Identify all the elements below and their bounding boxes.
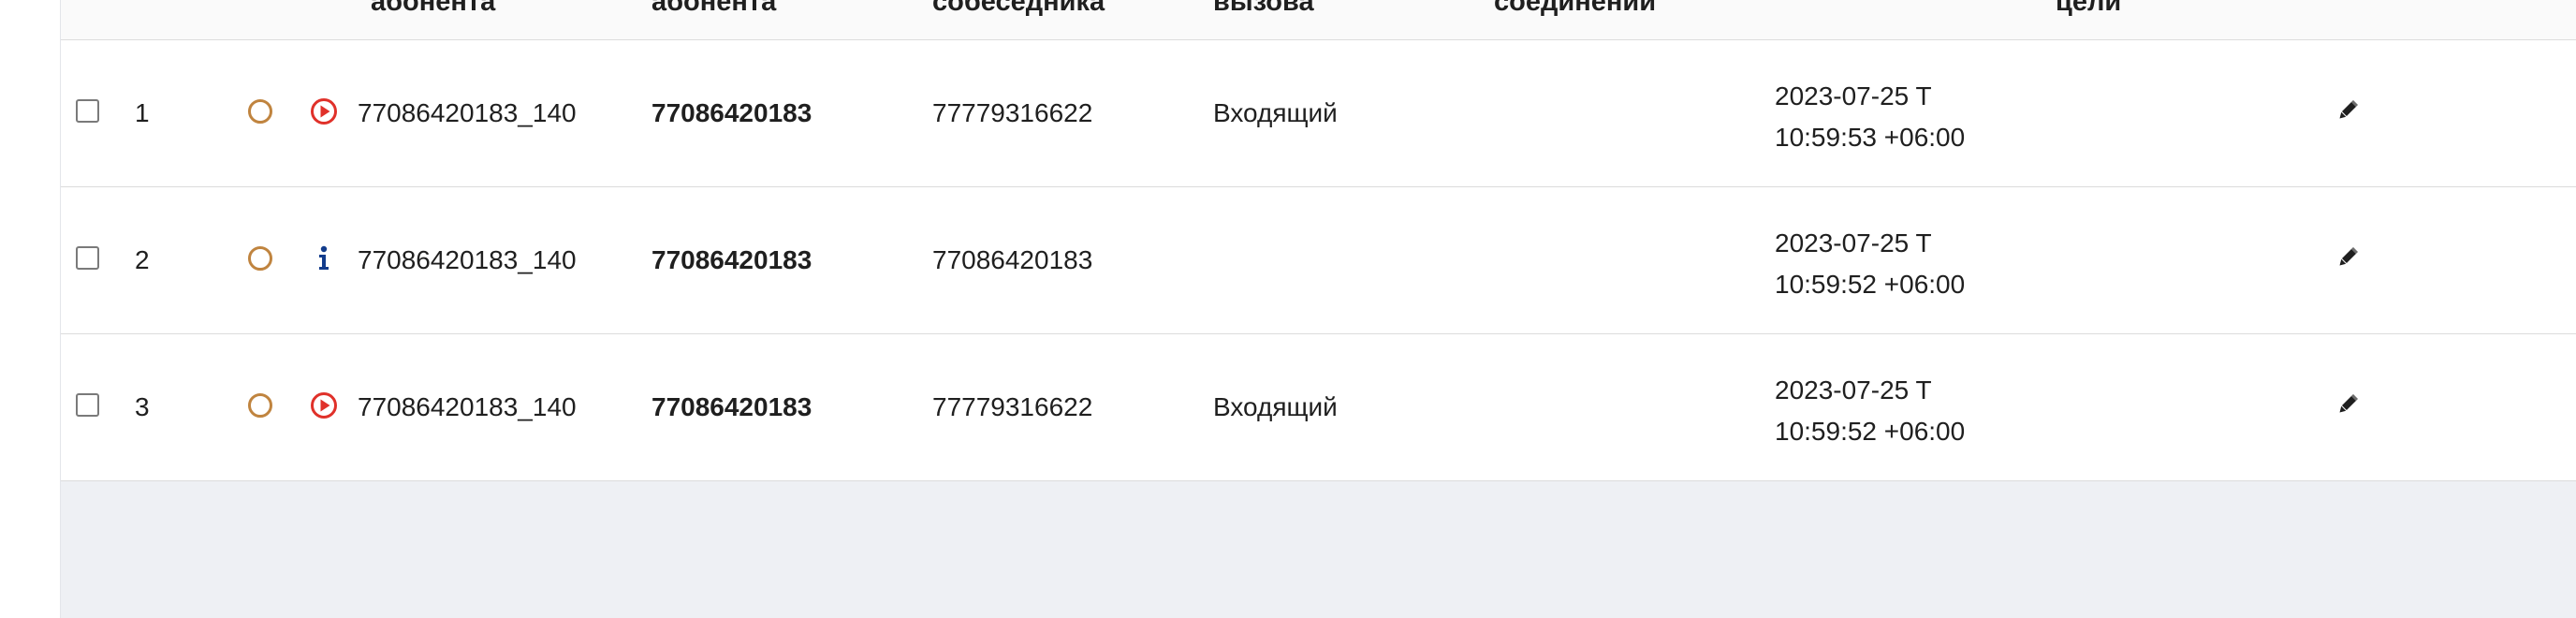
- play-circle-icon[interactable]: [309, 96, 339, 126]
- header-call-type[interactable]: вызова: [1213, 0, 1314, 16]
- left-sidebar-edge: [0, 0, 61, 618]
- session-id: 77086420183_140: [358, 392, 577, 421]
- call-direction: Входящий: [1213, 392, 1338, 421]
- row-select-checkbox[interactable]: [76, 99, 99, 123]
- session-id: 77086420183_140: [358, 245, 577, 274]
- subscriber-number: 77086420183: [651, 392, 812, 421]
- call-time: 10:59:53 +06:00: [1775, 123, 1966, 152]
- call-direction: Входящий: [1213, 98, 1338, 127]
- peer-number: 77779316622: [932, 98, 1093, 127]
- circle-outline-icon: [248, 246, 272, 271]
- call-date: 2023-07-25 T: [1775, 375, 1932, 405]
- peer-number: 77086420183: [932, 245, 1093, 274]
- records-table: абонента абонента собеседника вызова сое…: [61, 0, 2576, 618]
- empty-table-area: [61, 481, 2576, 618]
- header-connection[interactable]: соединений: [1494, 0, 1656, 16]
- pencil-icon[interactable]: [2334, 243, 2362, 272]
- table-row[interactable]: 2 77086420183_140 77086420183 7708642018…: [61, 187, 2576, 334]
- row-number: 2: [135, 245, 150, 274]
- circle-outline-icon: [248, 393, 272, 418]
- call-datetime: 2023-07-25 T 10:59:52 +06:00: [1775, 370, 1965, 452]
- row-number: 1: [135, 98, 150, 127]
- header-subscriber-number[interactable]: абонента: [651, 0, 776, 16]
- row-number: 3: [135, 392, 150, 421]
- table-row[interactable]: 3 77086420183_140 77086420183 7777931662…: [61, 334, 2576, 481]
- header-subscriber-id[interactable]: абонента: [371, 0, 495, 16]
- call-time: 10:59:52 +06:00: [1775, 417, 1966, 446]
- session-id: 77086420183_140: [358, 98, 577, 127]
- pencil-icon[interactable]: [2334, 96, 2362, 125]
- peer-number: 77779316622: [932, 392, 1093, 421]
- subscriber-number: 77086420183: [651, 245, 812, 274]
- info-icon[interactable]: [309, 243, 339, 273]
- call-datetime: 2023-07-25 T 10:59:53 +06:00: [1775, 76, 1965, 158]
- subscriber-number: 77086420183: [651, 98, 812, 127]
- pencil-icon[interactable]: [2334, 390, 2362, 419]
- call-date: 2023-07-25 T: [1775, 81, 1932, 110]
- table-row[interactable]: 1 77086420183_140 77086420183 7777931662…: [61, 40, 2576, 187]
- header-target[interactable]: цели: [2056, 0, 2121, 16]
- header-peer[interactable]: собеседника: [932, 0, 1105, 16]
- call-date: 2023-07-25 T: [1775, 228, 1932, 258]
- row-select-checkbox[interactable]: [76, 393, 99, 417]
- table-header: абонента абонента собеседника вызова сое…: [61, 0, 2576, 40]
- play-circle-icon[interactable]: [309, 390, 339, 420]
- call-datetime: 2023-07-25 T 10:59:52 +06:00: [1775, 223, 1965, 305]
- circle-outline-icon: [248, 99, 272, 124]
- call-time: 10:59:52 +06:00: [1775, 270, 1966, 299]
- row-select-checkbox[interactable]: [76, 246, 99, 270]
